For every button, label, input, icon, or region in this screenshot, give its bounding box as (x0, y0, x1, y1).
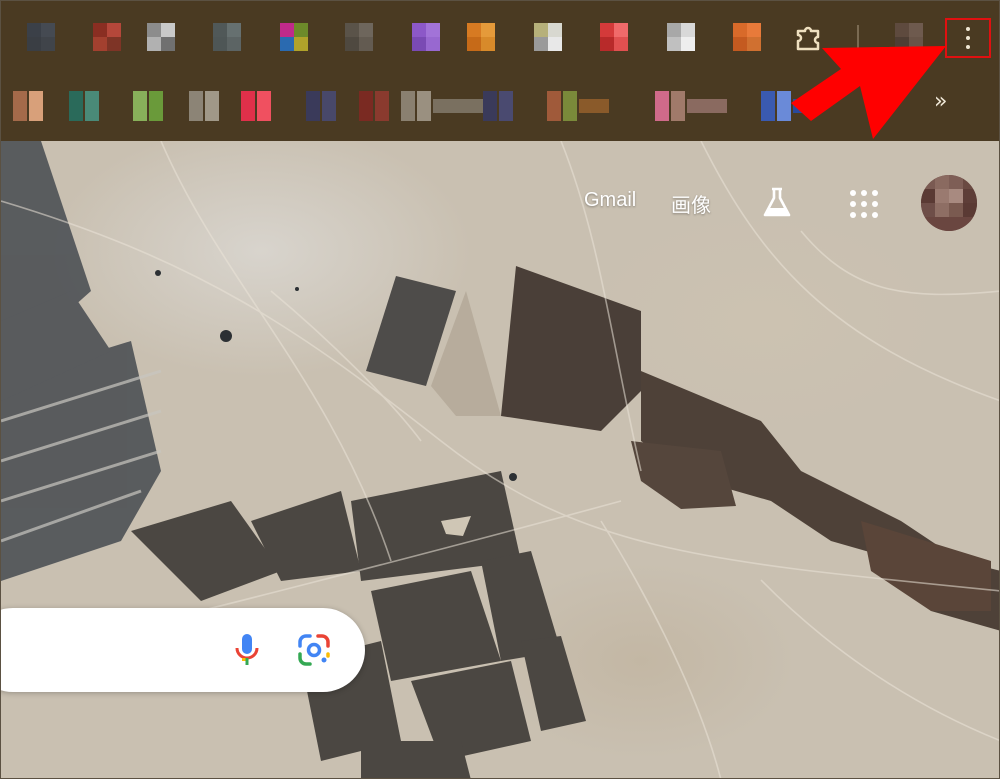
red-arrow-annotation (791, 46, 946, 139)
browser-window: » Gmail 画像 (0, 0, 1000, 779)
